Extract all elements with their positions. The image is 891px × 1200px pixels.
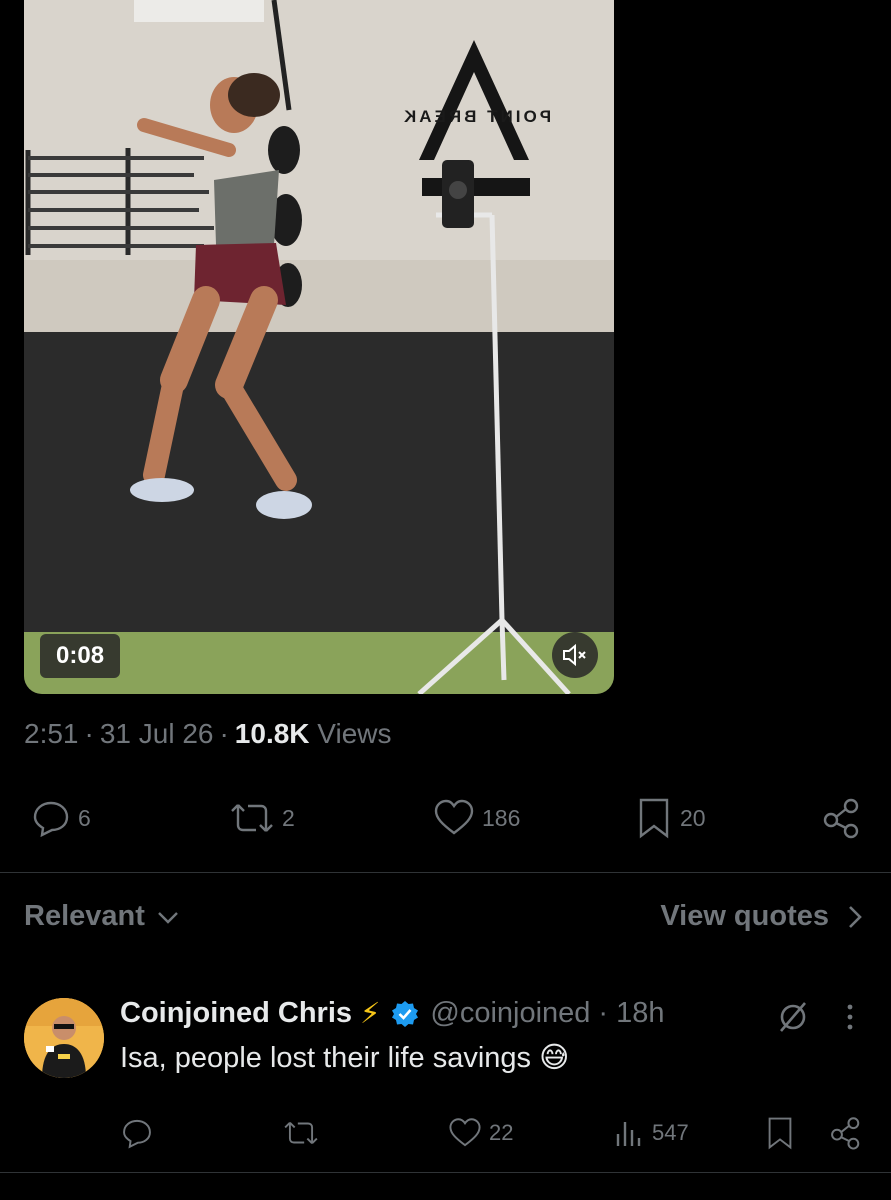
share-icon [823,798,859,839]
reply-reply-button[interactable] [120,1110,154,1156]
logo-text: POINT BREAK [401,107,551,126]
repost-count: 2 [282,804,295,831]
more-options-icon[interactable] [838,1002,862,1032]
reply-bookmark-button[interactable] [764,1110,796,1156]
avatar-image [24,998,104,1078]
views-count[interactable]: 10.8K [235,718,310,749]
video-duration-badge: 0:08 [40,634,121,678]
video-frame: POINT BREAK [24,0,614,694]
sort-dropdown[interactable]: Relevant [24,900,181,933]
meta-separator: · [219,718,229,749]
reply-text: Isa, people lost their life savings 😅 [120,1042,570,1074]
repost-icon [231,804,273,832]
reply-count: 6 [78,804,91,831]
meta-separator: · [84,718,94,749]
view-quotes-label: View quotes [660,900,829,932]
mute-button[interactable] [552,632,598,678]
reply-like-count: 22 [489,1120,514,1145]
bookmark-icon [639,798,669,839]
tweet-meta: 2:51 · 31 Jul 26 · 10.8K Views [24,718,391,750]
share-icon [831,1117,860,1150]
reply-like-button[interactable]: 22 [447,1110,513,1156]
reply-button[interactable]: 6 [30,790,91,846]
video-player[interactable]: POINT BREAK 0:08 [24,0,614,694]
reply-time: · 18h [598,997,665,1029]
chevron-down-icon [158,911,178,924]
repost-icon [284,1122,318,1144]
verified-badge-icon [392,1000,419,1027]
repost-button[interactable]: 2 [228,790,295,846]
grok-icon[interactable] [776,1000,810,1034]
reply-views-button[interactable]: 547 [612,1110,689,1156]
reply-icon [33,801,69,838]
avatar[interactable] [24,998,104,1078]
tweet-actions: 6 2 186 20 [0,790,891,846]
tweet-detail-page: POINT BREAK 0:08 2:51 · 31 Jul 26 · 10.8… [0,0,891,1200]
reply-share-button[interactable] [828,1110,864,1156]
tweet-time: 2:51 [24,718,79,749]
reply-author-name[interactable]: Coinjoined Chris [120,997,352,1030]
like-icon [434,799,474,835]
views-chart-icon [616,1122,641,1146]
mute-icon [563,643,586,667]
sort-label: Relevant [24,900,145,932]
bookmark-icon [768,1117,792,1150]
reply-repost-button[interactable] [282,1110,320,1156]
reply-handle[interactable]: @coinjoined [430,997,590,1030]
lightning-emoji: ⚡ [360,998,381,1030]
reply-actions: 22 547 [0,1110,891,1156]
tweet-date: 31 Jul 26 [99,718,214,749]
reply-header: Coinjoined Chris ⚡ @coinjoined · 18h [120,996,665,1031]
reply-icon [123,1119,151,1149]
views-label[interactable]: Views [317,718,391,749]
divider [0,872,891,873]
like-count: 186 [482,804,521,831]
reply-views-count: 547 [652,1120,689,1145]
divider [0,1172,891,1173]
chevron-right-icon [849,905,862,928]
view-quotes-link[interactable]: View quotes [660,900,863,933]
share-button[interactable] [820,790,864,846]
bookmark-count: 20 [680,804,706,831]
like-button[interactable]: 186 [432,790,520,846]
bookmark-button[interactable]: 20 [634,790,706,846]
like-icon [449,1118,481,1147]
